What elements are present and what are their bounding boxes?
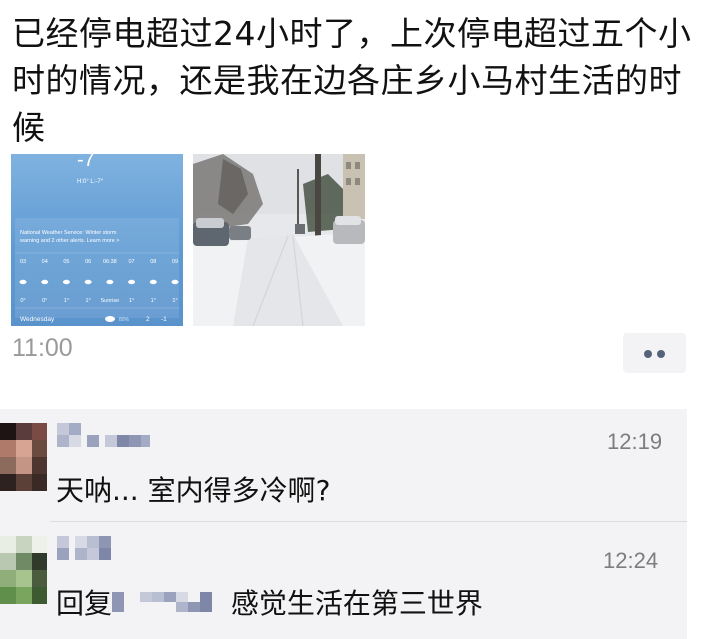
weather-hour: 07 <box>129 259 135 265</box>
comment-text[interactable]: 回复 感觉生活在第三世界 <box>56 582 483 622</box>
post-text: 已经停电超过24小时了，上次停电超过五个小时的情况，还是我在边各庄乡小马村生活的… <box>12 14 692 147</box>
weather-hour: 03 <box>20 259 26 265</box>
weather-hour-temp: 1° <box>172 298 177 304</box>
weather-hilo: H:0° L:-7° <box>77 179 104 185</box>
comment-item: 12:19 天呐... 室内得多冷啊? <box>0 409 687 522</box>
comment-time: 12:24 <box>603 548 659 573</box>
avatar[interactable] <box>0 536 47 604</box>
svg-text:warning and 2 other alerts. Le: warning and 2 other alerts. Learn more > <box>19 238 120 244</box>
mentioned-name-blurred[interactable] <box>112 588 222 616</box>
comment-time: 12:19 <box>607 429 663 454</box>
cloud-icon <box>105 316 115 322</box>
weather-hour-temp: 0° <box>42 298 47 304</box>
weather-hour: 06 <box>85 259 91 265</box>
weather-hour-temp: 1° <box>64 298 69 304</box>
weather-hour-temp: 1° <box>151 298 156 304</box>
cloud-icon <box>62 279 70 285</box>
comment-text[interactable]: 天呐... 室内得多冷啊? <box>56 469 330 509</box>
cloud-icon <box>128 279 136 285</box>
weather-hour: 06:38 <box>103 259 117 265</box>
weather-hour: 04 <box>42 259 48 265</box>
weather-day-hi: 2 <box>146 316 150 323</box>
weather-day: Wednesday <box>20 316 55 323</box>
weather-hour-temp: 0° <box>20 298 25 304</box>
street-photo[interactable] <box>193 154 365 326</box>
comments-section: 12:19 天呐... 室内得多冷啊? 12:24 回复 感觉生活在第三世界 <box>0 409 687 639</box>
avatar[interactable] <box>0 423 47 491</box>
commenter-name-blurred[interactable] <box>57 536 117 560</box>
sunrise-icon <box>106 279 114 285</box>
cloud-icon <box>84 279 92 285</box>
weather-temp: -7 <box>77 154 95 171</box>
weather-photo[interactable]: -7 H:0° L:-7° National Weather Service: … <box>11 154 183 326</box>
weather-day-pct: 80% <box>119 317 130 323</box>
weather-hour-temp: 1° <box>86 298 91 304</box>
weather-hour: 09 <box>172 259 178 265</box>
cloud-icon <box>41 279 49 285</box>
more-actions-button[interactable] <box>623 333 686 373</box>
cloud-icon <box>171 279 179 285</box>
commenter-name-blurred[interactable] <box>57 423 152 447</box>
weather-hour: 08 <box>150 259 156 265</box>
svg-text:National Weather Service: Wint: National Weather Service: Winter storm <box>20 230 117 236</box>
weather-hour-temp: Sunrise <box>101 298 120 304</box>
weather-hour-temp: 1° <box>129 298 134 304</box>
reply-prefix: 回复 <box>56 587 113 620</box>
post-timestamp: 11:00 <box>12 334 73 362</box>
more-dot-icon <box>644 350 652 358</box>
cloud-icon <box>19 279 27 285</box>
weather-day-lo: -1 <box>161 316 167 323</box>
reply-text: 感觉生活在第三世界 <box>230 587 483 620</box>
cloud-icon <box>149 279 157 285</box>
more-dot-icon <box>657 350 665 358</box>
comment-item: 12:24 回复 感觉生活在第三世界 <box>0 522 687 639</box>
weather-hour: 05 <box>63 259 69 265</box>
